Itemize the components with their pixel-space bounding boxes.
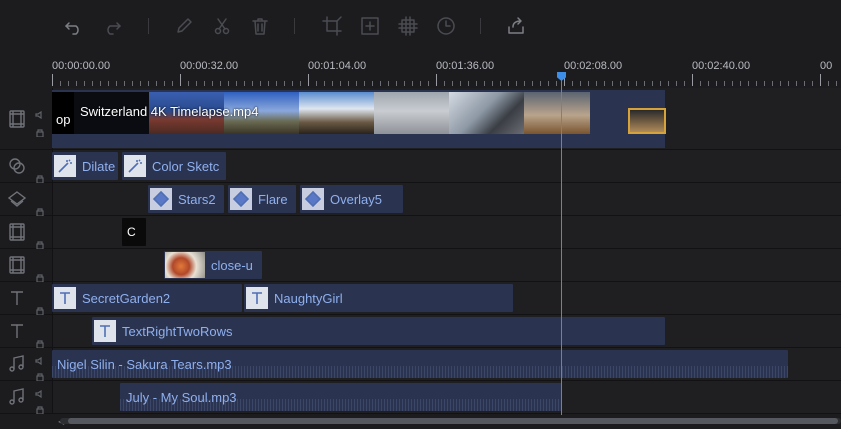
- playhead-line[interactable]: [561, 74, 562, 415]
- video-track-icon: [6, 254, 28, 276]
- overlay-gem-icon: [150, 188, 172, 210]
- lock-icon[interactable]: [35, 124, 45, 138]
- video-track-icon: [6, 108, 28, 130]
- text-clip[interactable]: NaughtyGirl: [244, 284, 513, 312]
- magic-wand-icon: [54, 155, 76, 177]
- track-header: [0, 150, 53, 184]
- video-clip-main[interactable]: op Switzerland 4K Timelapse.mp4: [52, 90, 666, 148]
- track-header: [0, 315, 53, 349]
- speaker-icon[interactable]: [35, 106, 45, 120]
- track-header: [0, 348, 53, 382]
- audio-clip[interactable]: Nigel Silin - Sakura Tears.mp3: [52, 350, 788, 378]
- ruler-label: 00:00:00.00: [52, 60, 111, 72]
- pip-clip[interactable]: C: [122, 218, 146, 246]
- text-track-1: SecretGarden2 NaughtyGirl: [0, 282, 841, 316]
- split-screen-icon[interactable]: [394, 12, 422, 40]
- text-clip-label: NaughtyGirl: [274, 290, 343, 306]
- effect-clip-label: Dilate: [82, 158, 116, 174]
- audio-clip[interactable]: July - My Soul.mp3: [120, 383, 562, 411]
- text-clip-label: TextRightTwoRows: [122, 323, 233, 339]
- text-t-icon: [94, 320, 116, 342]
- delete-icon[interactable]: [246, 12, 274, 40]
- overlay-clip[interactable]: Overlay5: [300, 185, 403, 213]
- music-note-icon: [6, 386, 28, 408]
- audio-waveform: [52, 366, 788, 378]
- freeze-frame-icon[interactable]: [356, 12, 384, 40]
- undo-icon[interactable]: [60, 12, 88, 40]
- speaker-icon[interactable]: [35, 385, 45, 399]
- overlay-clip[interactable]: Stars2: [148, 185, 224, 213]
- scrollbar-thumb[interactable]: [68, 418, 838, 424]
- text-track-2: TextRightTwoRows: [0, 315, 841, 349]
- transition-thumbnail[interactable]: [628, 108, 666, 134]
- lock-icon[interactable]: [35, 401, 45, 415]
- track-header: [0, 216, 53, 250]
- lock-icon[interactable]: [35, 269, 45, 283]
- horizontal-scrollbar[interactable]: [60, 418, 841, 424]
- audio-track-1: Nigel Silin - Sakura Tears.mp3: [0, 348, 841, 382]
- magic-wand-icon: [124, 155, 146, 177]
- ruler-label: 00:02:40.00: [692, 60, 751, 72]
- pip-clip[interactable]: close-u: [164, 251, 262, 279]
- ruler-label: 00:02:08.00: [564, 60, 623, 72]
- ruler-label: 00:01:36.00: [436, 60, 495, 72]
- overlay-gem-icon: [230, 188, 252, 210]
- overlay-gem-icon: [302, 188, 324, 210]
- overlay-clip[interactable]: Flare: [228, 185, 296, 213]
- food-thumbnail: [165, 252, 205, 278]
- track-header: [0, 381, 53, 415]
- edit-icon[interactable]: [170, 12, 198, 40]
- track-header: [0, 183, 53, 217]
- text-t-icon: [246, 287, 268, 309]
- crop-icon[interactable]: [318, 12, 346, 40]
- audio-waveform: [120, 399, 562, 411]
- speaker-icon[interactable]: [35, 352, 45, 366]
- cut-icon[interactable]: [208, 12, 236, 40]
- overlay-clip-label: Flare: [258, 191, 288, 207]
- ruler-label: 00:01:04.00: [308, 60, 367, 72]
- effect-clip[interactable]: Color Sketc: [122, 152, 226, 180]
- text-clip-label: SecretGarden2: [82, 290, 171, 306]
- clip-prefix-text: op: [56, 112, 71, 127]
- ruler-label: 00: [820, 60, 833, 72]
- text-clip[interactable]: TextRightTwoRows: [92, 317, 665, 345]
- pip-clip-label: close-u: [211, 257, 253, 273]
- pip-clip-label: C: [127, 225, 136, 239]
- text-track-icon: [6, 287, 28, 309]
- video-track-icon: [6, 221, 28, 243]
- effects-track-icon: [6, 155, 28, 177]
- effects-track: Dilate Color Sketc: [0, 150, 841, 184]
- timeline-toolbar: [0, 0, 841, 54]
- overlay-track: Stars2 Flare Overlay5: [0, 183, 841, 217]
- audio-track-2: July - My Soul.mp3: [0, 381, 841, 415]
- text-clip[interactable]: SecretGarden2: [52, 284, 242, 312]
- lock-icon[interactable]: [35, 203, 45, 217]
- text-t-icon: [54, 287, 76, 309]
- duration-icon[interactable]: [432, 12, 460, 40]
- lock-icon[interactable]: [35, 302, 45, 316]
- overlay-track-icon: [6, 188, 28, 210]
- lock-icon[interactable]: [35, 335, 45, 349]
- lock-icon[interactable]: [35, 236, 45, 250]
- video-clip-title: Switzerland 4K Timelapse.mp4: [80, 104, 259, 119]
- ruler-label: 00:00:32.00: [180, 60, 239, 72]
- pip-track-2: close-u: [0, 249, 841, 283]
- track-header: [0, 88, 53, 149]
- export-icon[interactable]: [502, 12, 530, 40]
- pip-track-1: C: [0, 216, 841, 250]
- overlay-clip-label: Stars2: [178, 191, 216, 207]
- effect-clip[interactable]: Dilate: [52, 152, 118, 180]
- track-header: [0, 249, 53, 283]
- text-track-icon: [6, 320, 28, 342]
- overlay-clip-label: Overlay5: [330, 191, 383, 207]
- music-note-icon: [6, 353, 28, 375]
- lock-icon[interactable]: [35, 368, 45, 382]
- lock-icon[interactable]: [35, 170, 45, 184]
- redo-icon[interactable]: [98, 12, 126, 40]
- track-header: [0, 282, 53, 316]
- time-ruler[interactable]: 00:00:00.00 00:00:32.00 00:01:04.00 00:0…: [0, 54, 841, 89]
- effect-clip-label: Color Sketc: [152, 158, 220, 174]
